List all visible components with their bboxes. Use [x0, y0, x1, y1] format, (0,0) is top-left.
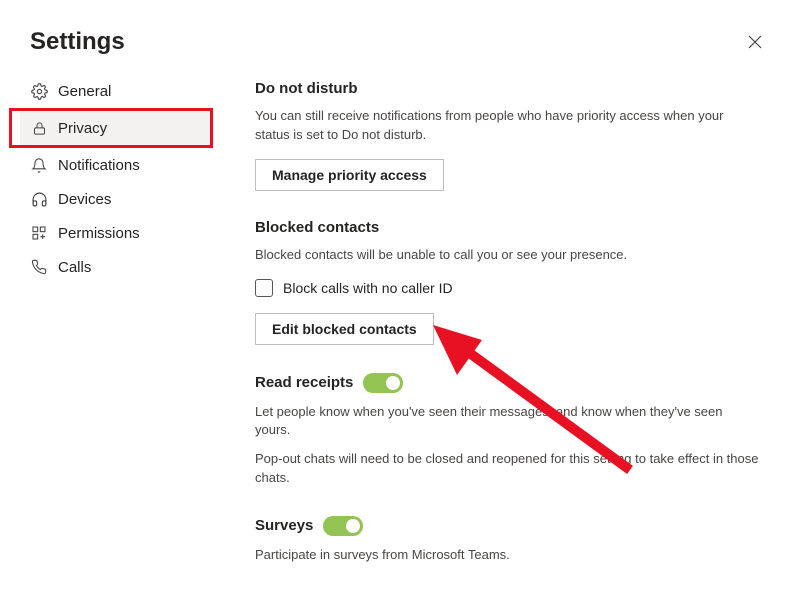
section-heading-surveys-text: Surveys — [255, 517, 313, 534]
close-icon — [748, 35, 762, 49]
sidebar-item-label: Calls — [58, 259, 91, 276]
sidebar-item-label: Devices — [58, 191, 111, 208]
read-receipts-toggle[interactable] — [363, 373, 403, 393]
section-desc-surveys: Participate in surveys from Microsoft Te… — [255, 546, 759, 565]
section-desc-dnd: You can still receive notifications from… — [255, 107, 759, 145]
main-content: Do not disturb You can still receive not… — [220, 74, 797, 593]
sidebar-item-label: General — [58, 83, 111, 100]
settings-title: Settings — [30, 28, 125, 56]
sidebar-item-notifications[interactable]: Notifications — [20, 148, 210, 182]
close-button[interactable] — [743, 30, 767, 54]
lock-icon — [30, 119, 48, 137]
section-desc-receipts-2: Pop-out chats will need to be closed and… — [255, 450, 759, 488]
section-blocked-contacts: Blocked contacts Blocked contacts will b… — [255, 219, 759, 345]
edit-blocked-contacts-button[interactable]: Edit blocked contacts — [255, 313, 434, 345]
sidebar-item-permissions[interactable]: Permissions — [20, 216, 210, 250]
section-do-not-disturb: Do not disturb You can still receive not… — [255, 80, 759, 191]
bell-icon — [30, 156, 48, 174]
sidebar-item-privacy[interactable]: Privacy — [20, 111, 210, 145]
gear-icon — [30, 82, 48, 100]
section-heading-blocked: Blocked contacts — [255, 219, 759, 236]
sidebar-item-devices[interactable]: Devices — [20, 182, 210, 216]
highlight-annotation: Privacy — [9, 108, 213, 148]
block-no-caller-id-checkbox[interactable]: Block calls with no caller ID — [255, 279, 759, 297]
section-desc-receipts-1: Let people know when you've seen their m… — [255, 403, 759, 441]
sidebar-item-label: Privacy — [58, 120, 107, 137]
header: Settings — [0, 0, 797, 74]
apps-icon — [30, 224, 48, 242]
section-surveys: Surveys Participate in surveys from Micr… — [255, 516, 759, 565]
sidebar-item-label: Notifications — [58, 157, 140, 174]
sidebar-item-general[interactable]: General — [20, 74, 210, 108]
sidebar-item-label: Permissions — [58, 225, 140, 242]
phone-icon — [30, 258, 48, 276]
sidebar-item-calls[interactable]: Calls — [20, 250, 210, 284]
section-heading-dnd: Do not disturb — [255, 80, 759, 97]
manage-priority-access-button[interactable]: Manage priority access — [255, 159, 444, 191]
surveys-toggle[interactable] — [323, 516, 363, 536]
section-desc-blocked: Blocked contacts will be unable to call … — [255, 246, 759, 265]
section-heading-receipts: Read receipts — [255, 373, 759, 393]
checkbox-icon — [255, 279, 273, 297]
headset-icon — [30, 190, 48, 208]
sidebar: General Privacy Notifications — [0, 74, 220, 593]
section-heading-receipts-text: Read receipts — [255, 374, 353, 391]
section-heading-surveys: Surveys — [255, 516, 759, 536]
checkbox-label: Block calls with no caller ID — [283, 280, 453, 296]
section-read-receipts: Read receipts Let people know when you'v… — [255, 373, 759, 488]
